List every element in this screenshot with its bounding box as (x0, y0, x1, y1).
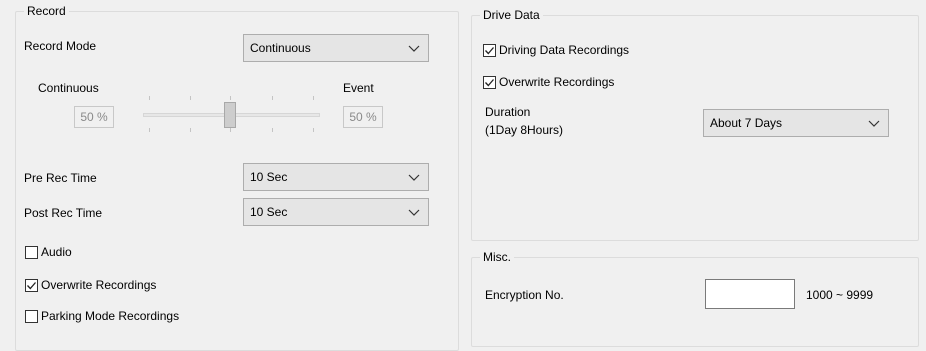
check-icon (485, 46, 494, 54)
parking-mode-checkbox-box (25, 309, 38, 323)
pre-rec-value: 10 Sec (250, 170, 288, 184)
encryption-label: Encryption No. (485, 288, 564, 302)
duration-value: About 7 Days (710, 116, 783, 130)
duration-select[interactable]: About 7 Days (703, 109, 889, 137)
duration-sublabel: (1Day 8Hours) (485, 123, 564, 137)
continuous-percent-value: 50 % (80, 110, 108, 124)
slider-tick (230, 96, 231, 100)
pre-rec-label: Pre Rec Time (24, 171, 97, 185)
record-mode-select[interactable]: Continuous (243, 34, 429, 62)
slider-tick (190, 128, 191, 132)
audio-checkbox-box (25, 245, 38, 259)
check-icon (485, 78, 494, 86)
audio-checkbox-label: Audio (41, 245, 72, 259)
slider-tick (272, 96, 273, 100)
driving-data-recordings-checkbox-box (483, 43, 496, 57)
check-icon (27, 281, 36, 289)
post-rec-label: Post Rec Time (24, 206, 103, 220)
slider-tick (313, 96, 314, 100)
parking-mode-checkbox[interactable]: Parking Mode Recordings (25, 307, 179, 325)
slider-tick (190, 96, 191, 100)
overwrite-recordings-checkbox-box (25, 278, 38, 292)
post-rec-select[interactable]: 10 Sec (243, 198, 429, 226)
overwrite-recordings-label: Overwrite Recordings (41, 278, 157, 292)
chevron-down-icon (408, 45, 420, 52)
post-rec-value: 10 Sec (250, 205, 288, 219)
driving-data-recordings-checkbox[interactable]: Driving Data Recordings (483, 41, 629, 59)
driving-data-recordings-label: Driving Data Recordings (499, 43, 630, 57)
drive-data-group-title: Drive Data (480, 8, 543, 22)
record-mode-label: Record Mode (24, 39, 97, 53)
slider-right-label: Event (343, 81, 374, 95)
slider-left-label: Continuous (38, 81, 99, 95)
overwrite-recordings-checkbox[interactable]: Overwrite Recordings (25, 276, 156, 294)
parking-mode-label: Parking Mode Recordings (41, 309, 180, 323)
event-percent-value: 50 % (349, 110, 377, 124)
misc-group-title: Misc. (480, 250, 514, 264)
continuous-percent-box: 50 % (74, 106, 114, 128)
event-percent-box: 50 % (343, 106, 383, 128)
encryption-input[interactable] (705, 279, 795, 309)
encryption-range: 1000 ~ 9999 (806, 288, 874, 302)
slider-tick (149, 96, 150, 100)
slider-tick (313, 128, 314, 132)
slider-thumb[interactable] (224, 102, 236, 128)
slider-tick (230, 128, 231, 132)
drive-overwrite-recordings-checkbox-box (483, 75, 496, 89)
record-group-title: Record (24, 4, 69, 18)
chevron-down-icon (868, 120, 880, 127)
drive-overwrite-recordings-label: Overwrite Recordings (499, 75, 615, 89)
record-mode-value: Continuous (250, 41, 311, 55)
drive-overwrite-recordings-checkbox[interactable]: Overwrite Recordings (483, 73, 614, 91)
slider-tick (149, 128, 150, 132)
chevron-down-icon (408, 174, 420, 181)
slider-tick (272, 128, 273, 132)
duration-label: Duration (485, 105, 531, 119)
pre-rec-select[interactable]: 10 Sec (243, 163, 429, 191)
audio-checkbox[interactable]: Audio (25, 243, 72, 261)
chevron-down-icon (408, 209, 420, 216)
